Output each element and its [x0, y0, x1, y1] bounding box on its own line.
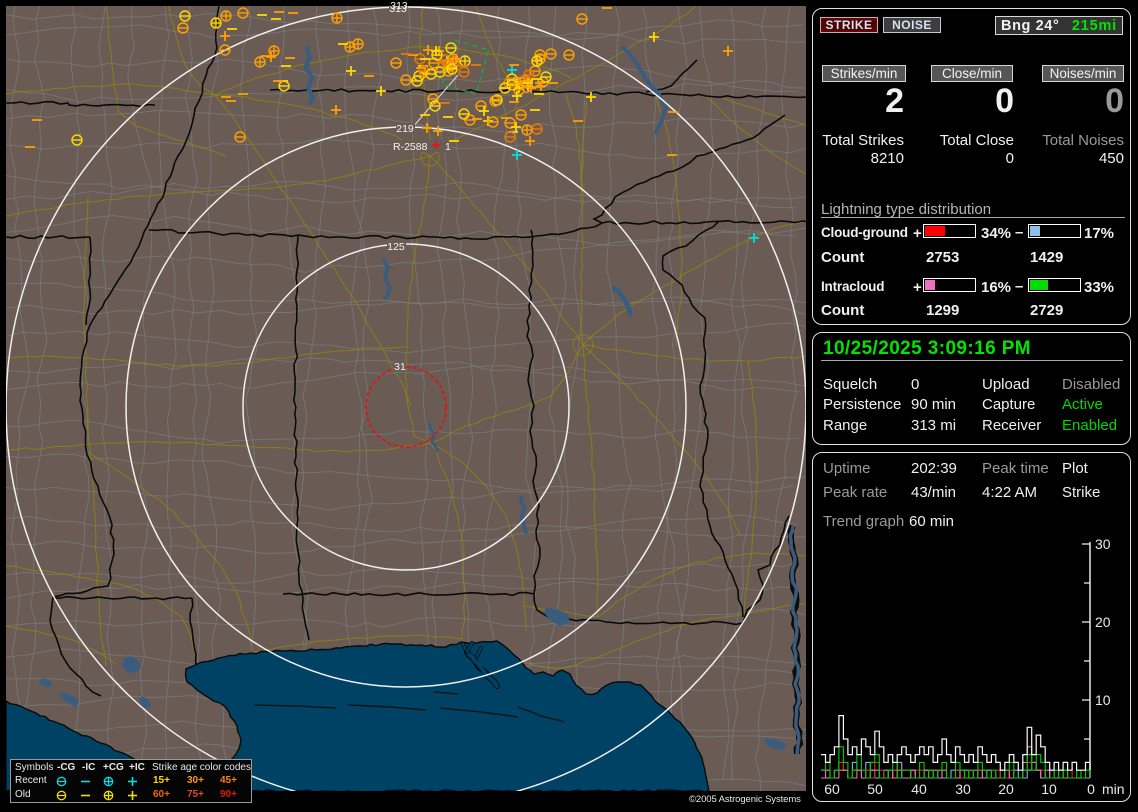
svg-text:40: 40	[911, 781, 927, 797]
svg-text:31: 31	[394, 361, 406, 373]
svg-text:10: 10	[1095, 692, 1111, 708]
svg-text:50: 50	[867, 781, 883, 797]
svg-text:219: 219	[396, 123, 414, 135]
svg-text:30: 30	[955, 781, 971, 797]
svg-text:0: 0	[1087, 781, 1095, 797]
svg-text:125: 125	[387, 241, 405, 253]
svg-text:min: min	[1102, 781, 1125, 797]
svg-text:60: 60	[824, 781, 840, 797]
svg-text:30: 30	[1095, 536, 1111, 552]
svg-text:1: 1	[445, 141, 451, 153]
svg-text:20: 20	[998, 781, 1014, 797]
svg-text:10: 10	[1041, 781, 1057, 797]
svg-text:20: 20	[1095, 614, 1111, 630]
svg-text:R-2588: R-2588	[393, 141, 428, 153]
